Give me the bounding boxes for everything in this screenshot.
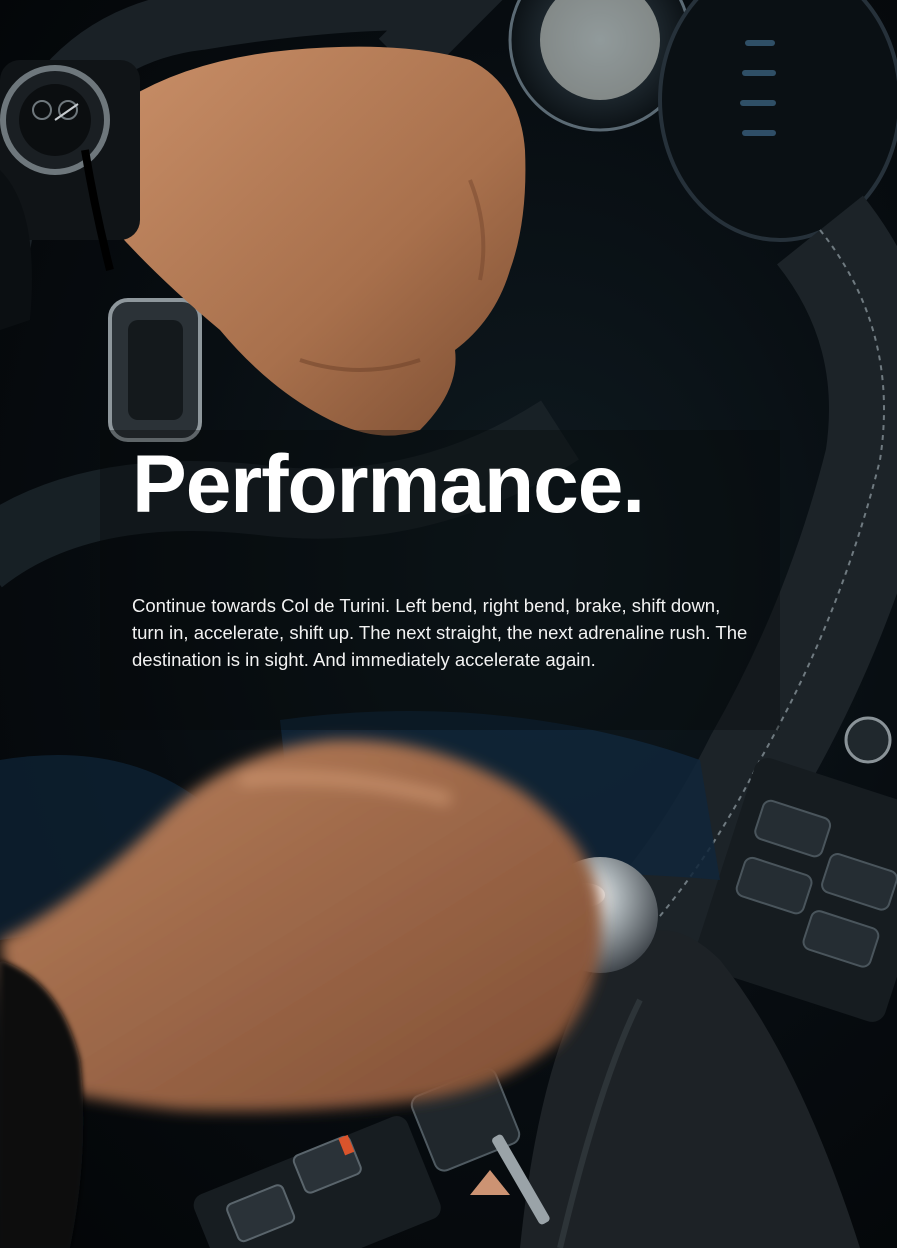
headline: Performance.: [132, 439, 645, 530]
body-copy: Continue towards Col de Turini. Left ben…: [132, 595, 748, 670]
ad-page: Performance. Continue towards Col de Tur…: [0, 0, 897, 1248]
